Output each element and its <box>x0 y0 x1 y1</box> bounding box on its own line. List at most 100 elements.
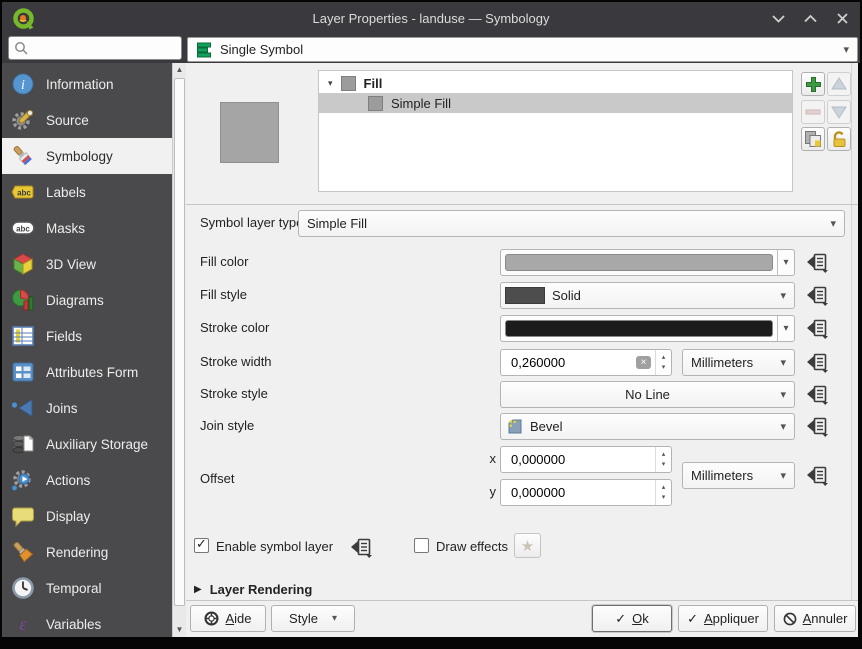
title-bar: Layer Properties - landuse — Symbology <box>2 2 860 35</box>
sidebar-item-actions[interactable]: Actions <box>2 462 172 498</box>
search-icon <box>14 41 29 56</box>
stroke-width-spinbox[interactable]: × ▴ ▾ <box>500 349 672 376</box>
move-up-button[interactable] <box>827 72 851 96</box>
fill-color-override-button[interactable] <box>802 249 832 276</box>
enable-symbol-layer-override-button[interactable] <box>346 534 376 561</box>
sidebar-item-display[interactable]: Display <box>2 498 172 534</box>
spin-up-icon[interactable]: ▴ <box>662 353 666 362</box>
sidebar-item-labels[interactable]: abc Labels <box>2 174 172 210</box>
offset-x-spinbox[interactable]: ▴ ▾ <box>500 446 672 473</box>
spin-up-icon[interactable]: ▴ <box>662 483 666 492</box>
maximize-icon[interactable] <box>798 6 822 30</box>
spin-up-icon[interactable]: ▴ <box>662 450 666 459</box>
offset-y-spinbox[interactable]: ▴ ▾ <box>500 479 672 506</box>
ok-button[interactable]: ✓ Ok <box>592 605 672 632</box>
stroke-width-input[interactable] <box>509 354 636 371</box>
sidebar-item-source[interactable]: Source <box>2 102 172 138</box>
sidebar-item-symbology[interactable]: Symbology <box>2 138 172 174</box>
symbol-layer-type-combo[interactable]: Simple Fill ▾ <box>298 210 845 237</box>
stroke-width-label: Stroke width <box>200 354 272 369</box>
fill-color-label: Fill color <box>200 254 248 269</box>
tree-expander-icon[interactable]: ▾ <box>328 78 333 89</box>
enable-symbol-layer-checkbox[interactable]: ✓ <box>194 538 209 553</box>
stroke-color-button[interactable]: ▾ <box>500 315 795 342</box>
chevron-down-icon: ▾ <box>780 289 786 302</box>
move-down-button[interactable] <box>827 100 851 124</box>
spin-down-icon[interactable]: ▾ <box>662 460 666 469</box>
spin-buttons[interactable]: ▴ ▾ <box>655 350 671 375</box>
lock-color-button[interactable] <box>827 127 851 151</box>
stroke-color-override-button[interactable] <box>802 315 832 342</box>
stroke-style-combo[interactable]: No Line ▾ <box>500 381 795 408</box>
chevron-down-icon[interactable]: ▾ <box>777 316 794 341</box>
remove-symbol-layer-button[interactable] <box>801 100 825 124</box>
variables-icon: ε <box>11 612 35 636</box>
stroke-width-override-button[interactable] <box>802 349 832 376</box>
renderer-combo[interactable]: Single Symbol ▾ <box>187 37 858 62</box>
sidebar-item-auxiliary-storage[interactable]: Auxiliary Storage <box>2 426 172 462</box>
offset-override-button[interactable] <box>802 462 832 489</box>
help-button[interactable]: Aide <box>190 605 266 632</box>
sidebar-item-rendering[interactable]: Rendering <box>2 534 172 570</box>
offset-unit-combo[interactable]: Millimeters ▾ <box>682 462 795 489</box>
check-icon: ✓ <box>196 536 207 552</box>
rendering-icon <box>11 540 35 564</box>
minimize-icon[interactable] <box>766 6 790 30</box>
sidebar-item-diagrams[interactable]: Diagrams <box>2 282 172 318</box>
scrollbar-handle[interactable] <box>174 78 185 606</box>
spin-buttons[interactable]: ▴ ▾ <box>655 447 671 472</box>
chevron-down-icon[interactable]: ▾ <box>777 250 794 275</box>
spin-down-icon[interactable]: ▾ <box>662 493 666 502</box>
fill-style-combo[interactable]: Solid ▾ <box>500 282 795 309</box>
sidebar-item-temporal[interactable]: Temporal <box>2 570 172 606</box>
duplicate-symbol-layer-button[interactable] <box>801 127 825 151</box>
content-scrollbar[interactable] <box>851 63 858 600</box>
apply-button[interactable]: ✓ Appliquer <box>678 605 768 632</box>
fill-color-button[interactable]: ▾ <box>500 249 795 276</box>
sidebar-item-information[interactable]: i Information <box>2 66 172 102</box>
offset-y-input[interactable] <box>509 484 655 501</box>
sidebar-item-fields[interactable]: Fields <box>2 318 172 354</box>
layer-rendering-label: Layer Rendering <box>210 582 313 597</box>
spin-buttons[interactable]: ▴ ▾ <box>655 480 671 505</box>
cancel-button[interactable]: Annuler <box>774 605 856 632</box>
stroke-width-unit-combo[interactable]: Millimeters ▾ <box>682 349 795 376</box>
spin-down-icon[interactable]: ▾ <box>662 363 666 372</box>
layer-rendering-header[interactable]: ▶ Layer Rendering <box>194 582 312 597</box>
clear-icon[interactable]: × <box>636 356 651 369</box>
stroke-color-swatch <box>505 320 773 337</box>
style-button[interactable]: Style ▾ <box>271 605 355 632</box>
sidebar-item-masks[interactable]: abc Masks <box>2 210 172 246</box>
scroll-down-icon[interactable]: ▼ <box>173 623 186 637</box>
masks-icon: abc <box>11 216 35 240</box>
scroll-up-icon[interactable]: ▲ <box>173 63 186 77</box>
auxiliary-storage-icon <box>11 432 35 456</box>
draw-effects-checkbox[interactable]: ✓ <box>414 538 429 553</box>
fill-style-override-button[interactable] <box>802 282 832 309</box>
symbol-layer-type-label: Symbol layer type <box>200 215 303 230</box>
customize-effects-button[interactable]: ★ <box>514 533 541 558</box>
search-box[interactable] <box>8 36 182 60</box>
join-style-override-button[interactable] <box>802 413 832 440</box>
join-style-combo[interactable]: Bevel ▾ <box>500 413 795 440</box>
offset-x-input[interactable] <box>509 451 655 468</box>
sidebar-item-variables[interactable]: ε Variables <box>2 606 172 637</box>
star-icon: ★ <box>521 537 534 555</box>
fill-style-label: Fill style <box>200 287 247 302</box>
chevron-down-icon: ▾ <box>780 388 786 401</box>
stroke-style-override-button[interactable] <box>802 381 832 408</box>
top-strip: Single Symbol ▾ <box>2 35 860 63</box>
add-symbol-layer-button[interactable] <box>801 72 825 96</box>
sidebar-item-attributes-form[interactable]: Attributes Form <box>2 354 172 390</box>
close-icon[interactable] <box>830 6 854 30</box>
data-defined-override-icon <box>349 537 373 558</box>
sidebar-scrollbar[interactable]: ▲ ▼ <box>172 63 186 637</box>
tree-row-simple-fill[interactable]: Simple Fill <box>319 93 792 113</box>
sidebar-item-joins[interactable]: Joins <box>2 390 172 426</box>
fill-swatch <box>341 76 356 91</box>
display-icon <box>11 504 35 528</box>
search-input[interactable] <box>31 38 177 58</box>
sidebar-item-3d-view[interactable]: 3D View <box>2 246 172 282</box>
tree-root-label: Fill <box>364 76 383 91</box>
tree-row-fill[interactable]: ▾ Fill <box>319 73 792 93</box>
